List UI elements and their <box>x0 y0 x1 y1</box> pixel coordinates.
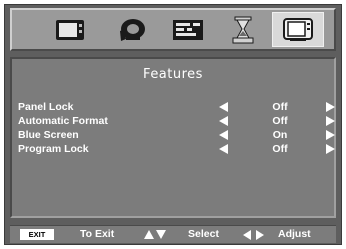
menu-tab-bar <box>10 8 336 51</box>
menu-row-label: Program Lock <box>18 143 89 155</box>
decrease-arrow-icon[interactable] <box>219 116 228 126</box>
decrease-arrow-icon[interactable] <box>219 144 228 154</box>
increase-arrow-icon[interactable] <box>326 144 335 154</box>
menu-title: Features <box>143 67 203 82</box>
menu-row-panel-lock[interactable]: Panel Lock Off <box>12 100 335 114</box>
menu-row-label: Automatic Format <box>18 115 108 127</box>
up-arrow-icon <box>144 230 154 239</box>
exit-hint: To Exit <box>80 228 115 240</box>
menu-row-value: On <box>272 129 288 141</box>
tv-picture-icon <box>55 18 85 42</box>
tab-sound[interactable] <box>106 12 158 47</box>
menu-row-value: Off <box>272 143 288 155</box>
menu-row-program-lock[interactable]: Program Lock Off <box>12 142 335 156</box>
select-hint: Select <box>188 228 219 240</box>
tab-channel[interactable] <box>162 12 214 47</box>
left-arrow-icon <box>243 230 251 240</box>
osd-footer-help: EXIT To Exit Select Adjust <box>10 225 336 243</box>
menu-row-blue-screen[interactable]: Blue Screen On <box>12 128 335 142</box>
increase-arrow-icon[interactable] <box>326 130 335 140</box>
menu-row-automatic-format[interactable]: Automatic Format Off <box>12 114 335 128</box>
tab-timer[interactable] <box>217 12 269 47</box>
right-arrow-icon <box>256 230 264 240</box>
features-tv-icon <box>282 17 314 43</box>
menu-row-value: Off <box>272 101 288 113</box>
channel-tuning-icon <box>172 18 204 42</box>
sound-speaker-icon <box>117 17 147 43</box>
increase-arrow-icon[interactable] <box>326 116 335 126</box>
tab-features[interactable] <box>272 12 324 47</box>
down-arrow-icon <box>156 230 166 239</box>
menu-row-label: Panel Lock <box>18 101 74 113</box>
adjust-hint: Adjust <box>278 228 311 240</box>
timer-hourglass-icon <box>230 16 256 44</box>
menu-row-value: Off <box>272 115 288 127</box>
tab-picture[interactable] <box>44 12 96 47</box>
menu-row-label: Blue Screen <box>18 129 79 141</box>
increase-arrow-icon[interactable] <box>326 102 335 112</box>
tv-osd-screen: Features Panel Lock Off Automatic Format… <box>0 0 346 249</box>
decrease-arrow-icon[interactable] <box>219 102 228 112</box>
decrease-arrow-icon[interactable] <box>219 130 228 140</box>
features-menu-panel: Features Panel Lock Off Automatic Format… <box>10 57 336 218</box>
exit-key-badge[interactable]: EXIT <box>20 229 54 240</box>
